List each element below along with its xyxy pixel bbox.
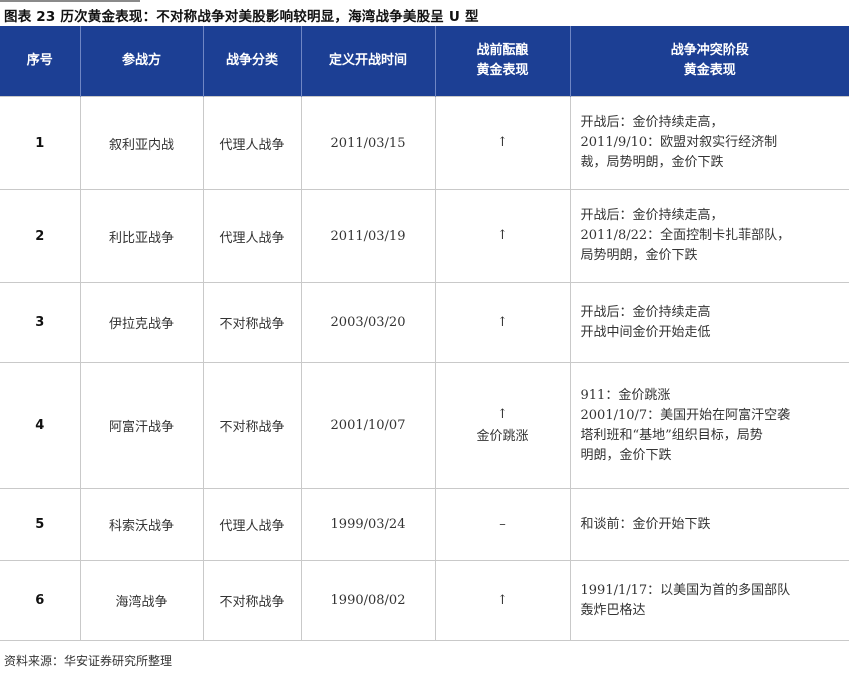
row-pre-war-gold: ↑ 金价跳涨 xyxy=(434,362,570,489)
row-conflict-gold: 911：金价跳涨 2001/10/7：美国开始在阿富汗空袭 塔利班和“基地”组织… xyxy=(569,362,849,489)
row-war-type: 代理人战争 xyxy=(202,96,301,190)
source-note: 资料来源：华安证券研究所整理 xyxy=(4,654,173,668)
header-conflict-gold-line2: 黄金表现 xyxy=(683,63,736,78)
table-row: 2 利比亚战争 代理人战争 2011/03/19 ↑ 开战后：金价持续走高， 2… xyxy=(0,189,849,283)
row-start-date: 1999/03/24 xyxy=(300,488,435,561)
row-index: 2 xyxy=(0,189,80,283)
table-row: 3 伊拉克战争 不对称战争 2003/03/20 ↑ 开战后：金价持续走高 开战… xyxy=(0,282,849,363)
top-rule xyxy=(0,0,140,2)
table-row: 5 科索沃战争 代理人战争 1999/03/24 – 和谈前：金价开始下跌 xyxy=(0,488,849,561)
figure-title: 图表 23 历次黄金表现：不对称战争对美股影响较明显，海湾战争美股呈 U 型 xyxy=(4,9,479,25)
row-party: 海湾战争 xyxy=(79,560,203,641)
row-index: 6 xyxy=(0,560,80,641)
row-pre-war-gold: ↑ xyxy=(434,560,570,641)
header-start-date: 定义开战时间 xyxy=(300,26,435,97)
table-row: 6 海湾战争 不对称战争 1990/08/02 ↑ 1991/1/17：以美国为… xyxy=(0,560,849,641)
row-pre-war-gold: ↑ xyxy=(434,282,570,363)
header-conflict-gold: 战争冲突阶段 黄金表现 xyxy=(569,26,849,97)
row-index: 5 xyxy=(0,488,80,561)
row-conflict-gold: 1991/1/17：以美国为首的多国部队 轰炸巴格达 xyxy=(569,560,849,641)
row-start-date: 2003/03/20 xyxy=(300,282,435,363)
row-start-date: 2011/03/15 xyxy=(300,96,435,190)
row-start-date: 2001/10/07 xyxy=(300,362,435,489)
row-war-type: 不对称战争 xyxy=(202,282,301,363)
row-war-type: 不对称战争 xyxy=(202,362,301,489)
table-row: 4 阿富汗战争 不对称战争 2001/10/07 ↑ 金价跳涨 911：金价跳涨… xyxy=(0,362,849,489)
table-header-row: 序号 参战方 战争分类 定义开战时间 战前酝酿 黄金表现 战争冲突阶段 黄金表现 xyxy=(0,26,849,97)
row-party: 阿富汗战争 xyxy=(79,362,203,489)
row-party: 伊拉克战争 xyxy=(79,282,203,363)
row-party: 利比亚战争 xyxy=(79,189,203,283)
row-conflict-gold: 和谈前：金价开始下跌 xyxy=(569,488,849,561)
row-party: 科索沃战争 xyxy=(79,488,203,561)
row-conflict-gold: 开战后：金价持续走高， 2011/9/10：欧盟对叙实行经济制 裁，局势明朗，金… xyxy=(569,96,849,190)
header-war-type: 战争分类 xyxy=(202,26,301,97)
table-row: 1 叙利亚内战 代理人战争 2011/03/15 ↑ 开战后：金价持续走高， 2… xyxy=(0,96,849,190)
header-pre-war-gold-line1: 战前酝酿 xyxy=(476,43,529,58)
row-pre-war-gold: – xyxy=(434,488,570,561)
header-party: 参战方 xyxy=(79,26,203,97)
row-index: 3 xyxy=(0,282,80,363)
row-war-type: 代理人战争 xyxy=(202,189,301,283)
row-conflict-gold: 开战后：金价持续走高 开战中间金价开始走低 xyxy=(569,282,849,363)
row-index: 4 xyxy=(0,362,80,489)
header-conflict-gold-line1: 战争冲突阶段 xyxy=(670,43,749,58)
row-index: 1 xyxy=(0,96,80,190)
row-war-type: 代理人战争 xyxy=(202,488,301,561)
header-index: 序号 xyxy=(0,26,80,97)
row-start-date: 2011/03/19 xyxy=(300,189,435,283)
row-pre-war-gold: ↑ xyxy=(434,96,570,190)
header-pre-war-gold: 战前酝酿 黄金表现 xyxy=(434,26,570,97)
header-pre-war-gold-line2: 黄金表现 xyxy=(476,63,529,78)
row-conflict-gold: 开战后：金价持续走高， 2011/8/22：全面控制卡扎菲部队， 局势明朗，金价… xyxy=(569,189,849,283)
row-pre-war-gold: ↑ xyxy=(434,189,570,283)
row-start-date: 1990/08/02 xyxy=(300,560,435,641)
row-party: 叙利亚内战 xyxy=(79,96,203,190)
gold-war-table: 序号 参战方 战争分类 定义开战时间 战前酝酿 黄金表现 战争冲突阶段 黄金表现… xyxy=(0,26,849,641)
row-war-type: 不对称战争 xyxy=(202,560,301,641)
